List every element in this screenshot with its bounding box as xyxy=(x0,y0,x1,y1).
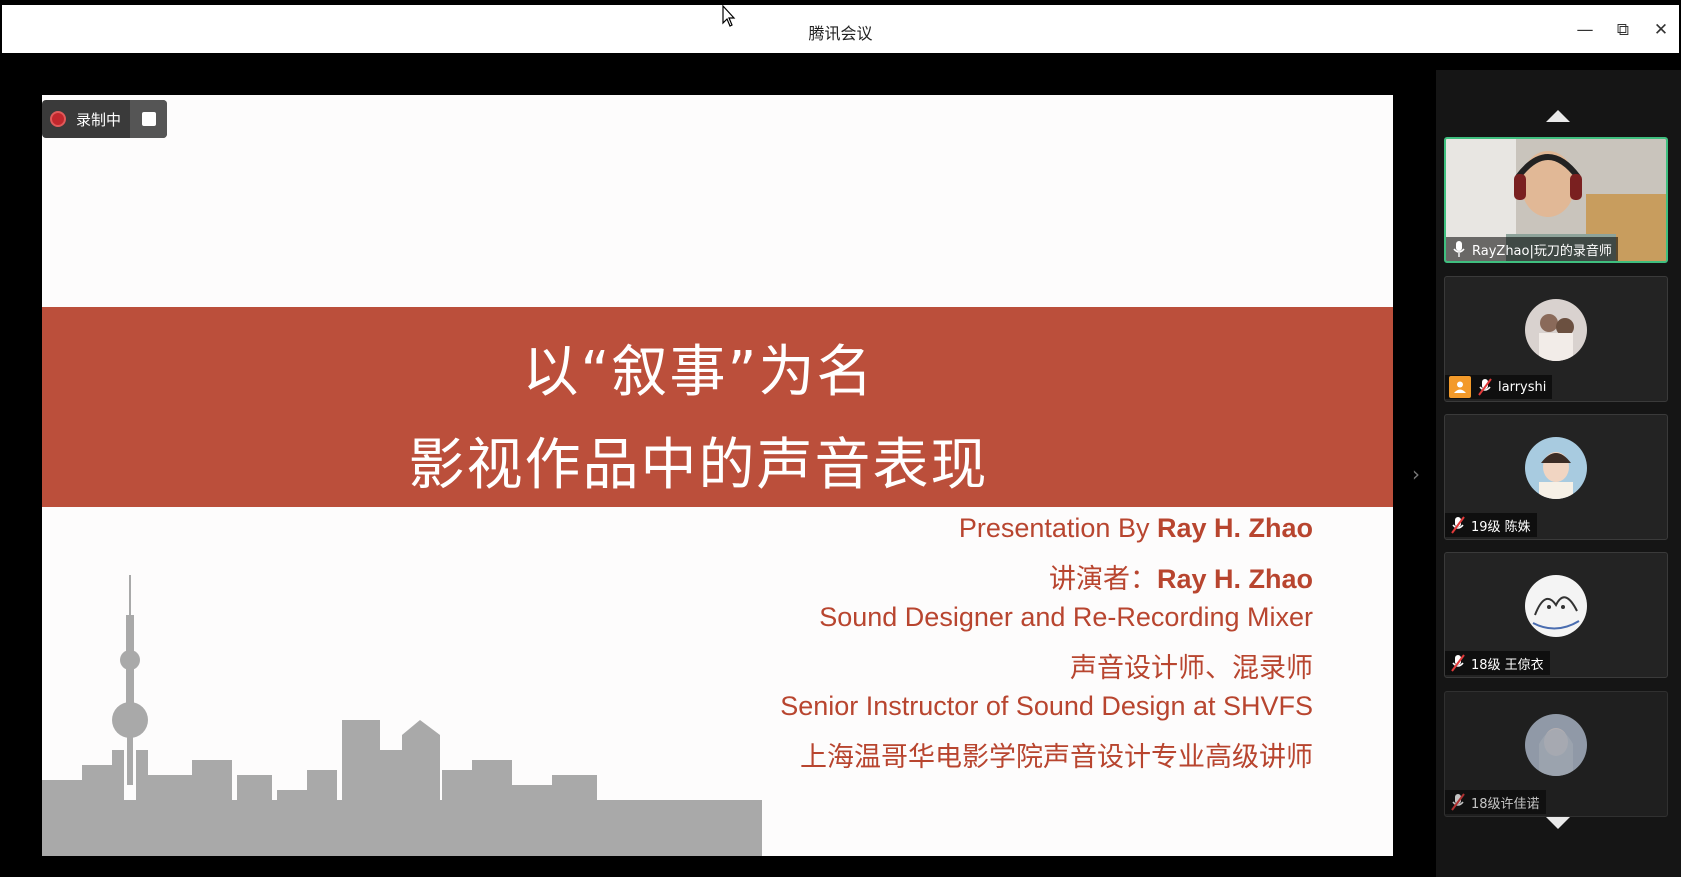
participant-name-bar: 18级许佳诺 xyxy=(1445,790,1546,814)
minimize-button[interactable]: — xyxy=(1574,19,1596,41)
participant-name: 18级许佳诺 xyxy=(1471,796,1540,812)
slide-title: 以“叙事”为名 xyxy=(522,340,875,405)
participant-name-bar: RayZhao|玩刀的录音师 xyxy=(1446,237,1618,261)
participant-name-bar: 18级 王倞衣 xyxy=(1445,651,1550,675)
credit-line: 讲演者：Ray H. Zhao xyxy=(1048,564,1313,594)
slide-title-banner: 以“叙事”为名 影视作品中的声音表现 xyxy=(42,307,1393,507)
participant-name-bar: larryshi xyxy=(1445,375,1553,399)
restore-button[interactable]: ⧉ xyxy=(1612,19,1634,41)
microphone-muted-icon xyxy=(1451,654,1465,672)
participant-name: RayZhao|玩刀的录音师 xyxy=(1472,243,1612,259)
panel-toggle-chevron-icon[interactable]: › xyxy=(1412,462,1420,486)
credit-line: 上海温哥华电影学院声音设计专业高级讲师 xyxy=(800,742,1313,772)
stop-recording-button[interactable] xyxy=(130,100,167,138)
title-bar: 腾讯会议 — ⧉ ✕ xyxy=(2,5,1679,53)
stop-square-icon xyxy=(141,112,156,126)
participant-tile[interactable]: larryshi xyxy=(1444,276,1668,402)
scroll-up-arrow-icon[interactable] xyxy=(1546,110,1570,122)
participant-name: 19级 陈姝 xyxy=(1471,519,1531,535)
host-badge-icon xyxy=(1449,376,1471,398)
credit-line: Presentation By Ray H. Zhao xyxy=(958,513,1313,543)
microphone-muted-icon xyxy=(1478,378,1492,396)
window-title: 腾讯会议 xyxy=(808,24,873,43)
participant-tile[interactable]: 18级许佳诺 xyxy=(1444,691,1668,817)
participant-tile[interactable]: 19级 陈姝 xyxy=(1444,414,1668,540)
recording-dot-icon xyxy=(50,111,66,127)
close-button[interactable]: ✕ xyxy=(1650,19,1672,41)
participant-name: larryshi xyxy=(1498,379,1547,395)
participant-tile-video[interactable]: RayZhao|玩刀的录音师 xyxy=(1444,137,1668,263)
participant-avatar xyxy=(1525,437,1587,499)
recording-label: 录制中 xyxy=(76,110,122,129)
participant-avatar xyxy=(1525,714,1587,776)
recording-indicator: 录制中 xyxy=(42,100,167,138)
scroll-down-arrow-icon[interactable] xyxy=(1546,817,1570,829)
microphone-muted-icon xyxy=(1451,516,1465,534)
participant-avatar xyxy=(1525,575,1587,637)
participant-name: 18级 王倞衣 xyxy=(1471,657,1544,673)
participant-name-bar: 19级 陈姝 xyxy=(1445,513,1537,537)
city-skyline-illustration xyxy=(42,575,762,856)
credit-line: Senior Instructor of Sound Design at SHV… xyxy=(780,691,1313,721)
credit-line: 声音设计师、混录师 xyxy=(1070,653,1313,683)
participant-avatar xyxy=(1525,299,1587,361)
mouse-cursor-icon xyxy=(722,5,736,27)
microphone-on-icon xyxy=(1453,241,1465,257)
participant-tile[interactable]: 18级 王倞衣 xyxy=(1444,552,1668,678)
microphone-muted-icon xyxy=(1451,793,1465,811)
credit-line: Sound Designer and Re-Recording Mixer xyxy=(819,602,1313,632)
slide-subtitle: 影视作品中的声音表现 xyxy=(408,433,989,498)
shared-slide: 以“叙事”为名 影视作品中的声音表现 Presentation By Ray H… xyxy=(42,95,1393,856)
